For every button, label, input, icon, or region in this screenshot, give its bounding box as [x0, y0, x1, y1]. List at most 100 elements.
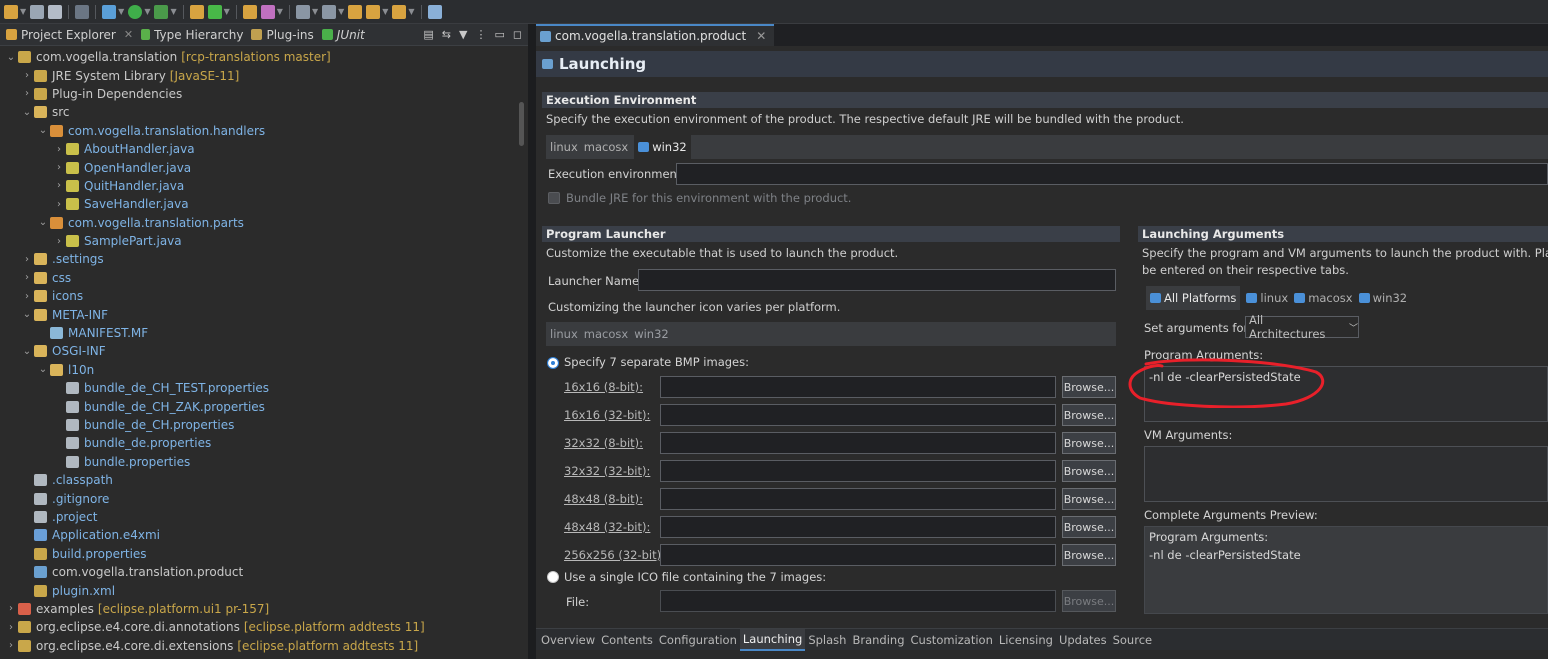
tree-item[interactable]: › OpenHandler.java	[0, 158, 528, 176]
tree-item[interactable]: Application.e4xmi	[0, 526, 528, 544]
tree-item[interactable]: com.vogella.translation.product	[0, 563, 528, 581]
chevron-right-icon[interactable]: ›	[20, 70, 34, 81]
tree-item[interactable]: .gitignore	[0, 489, 528, 507]
tree-item[interactable]: › icons	[0, 287, 528, 305]
chevron-right-icon[interactable]: ›	[52, 199, 66, 210]
tree-item[interactable]: › css	[0, 269, 528, 287]
tree-item[interactable]: › SamplePart.java	[0, 232, 528, 250]
chevron-down-icon[interactable]: ⌄	[4, 52, 18, 63]
bmp-size-link[interactable]: 48x48 (32-bit):	[564, 520, 650, 534]
perspective-icon[interactable]	[427, 4, 442, 19]
save-all-icon[interactable]	[48, 4, 63, 19]
tab-linux[interactable]: linux	[550, 327, 578, 341]
tree-item[interactable]: › .settings	[0, 250, 528, 268]
tab-customization[interactable]: Customization	[908, 629, 996, 651]
close-icon[interactable]: ✕	[124, 28, 133, 41]
bmp-size-link[interactable]: 16x16 (8-bit):	[564, 380, 643, 394]
tab-updates[interactable]: Updates	[1056, 629, 1110, 651]
launcher-name-input[interactable]	[638, 269, 1116, 291]
browse-button[interactable]: Browse...	[1062, 432, 1116, 454]
tree-item[interactable]: ⌄ META-INF	[0, 305, 528, 323]
tab-branding[interactable]: Branding	[849, 629, 907, 651]
chevron-down-icon[interactable]: ▼	[144, 7, 150, 16]
bmp-images-radio[interactable]	[547, 357, 559, 369]
bmp-size-link[interactable]: 256x256 (32-bit):	[564, 548, 665, 562]
maximize-icon[interactable]: ◻	[513, 28, 522, 41]
tree-item[interactable]: ⌄ l10n	[0, 361, 528, 379]
tab-splash[interactable]: Splash	[805, 629, 849, 651]
tab-product-file[interactable]: com.vogella.translation.product ✕	[536, 24, 775, 46]
tab-win32[interactable]: win32	[634, 327, 669, 341]
chevron-down-icon[interactable]: ⌄	[36, 125, 50, 136]
tab-linux[interactable]: linux	[550, 140, 578, 154]
search-icon[interactable]	[260, 4, 275, 19]
close-icon[interactable]: ✕	[756, 29, 766, 43]
browse-ico-button[interactable]: Browse...	[1062, 590, 1116, 612]
tab-contents[interactable]: Contents	[598, 629, 656, 651]
chevron-down-icon[interactable]: ▼	[224, 7, 230, 16]
chevron-right-icon[interactable]: ›	[20, 254, 34, 265]
browse-button[interactable]: Browse...	[1062, 376, 1116, 398]
tree-item[interactable]: › examples [eclipse.platform.ui1 pr-157]	[0, 600, 528, 618]
chevron-down-icon[interactable]: ⌄	[20, 309, 34, 320]
open-type-icon[interactable]	[242, 4, 257, 19]
back-icon[interactable]	[366, 4, 381, 19]
browse-button[interactable]: Browse...	[1062, 516, 1116, 538]
tree-item[interactable]: bundle.properties	[0, 453, 528, 471]
tab-linux[interactable]: linux	[1246, 291, 1288, 305]
browse-button[interactable]: Browse...	[1062, 404, 1116, 426]
tab-overview[interactable]: Overview	[538, 629, 598, 651]
bmp-path-input[interactable]	[660, 544, 1056, 566]
tab-licensing[interactable]: Licensing	[996, 629, 1056, 651]
bmp-size-link[interactable]: 16x16 (32-bit):	[564, 408, 650, 422]
new-java-project-icon[interactable]	[189, 4, 204, 19]
browse-button[interactable]: Browse...	[1062, 488, 1116, 510]
chevron-right-icon[interactable]: ›	[52, 162, 66, 173]
tree-item[interactable]: › Plug-in Dependencies	[0, 85, 528, 103]
link-with-editor-icon[interactable]: ⇆	[442, 28, 451, 41]
bmp-path-input[interactable]	[660, 404, 1056, 426]
ico-file-input[interactable]	[660, 590, 1056, 612]
minimize-icon[interactable]: ▭	[494, 28, 504, 41]
chevron-right-icon[interactable]: ›	[4, 622, 18, 633]
bmp-path-input[interactable]	[660, 432, 1056, 454]
forward-icon[interactable]	[392, 4, 407, 19]
chevron-down-icon[interactable]: ▼	[408, 7, 414, 16]
chevron-right-icon[interactable]: ›	[20, 272, 34, 283]
chevron-down-icon[interactable]: ▼	[118, 7, 124, 16]
chevron-down-icon[interactable]: ⌄	[20, 107, 34, 118]
tree-item[interactable]: bundle_de_CH_ZAK.properties	[0, 397, 528, 415]
filter-icon[interactable]: ▼	[459, 28, 467, 41]
tree-item[interactable]: plugin.xml	[0, 581, 528, 599]
tab-project-explorer[interactable]: Project Explorer ✕	[4, 24, 139, 46]
chevron-down-icon[interactable]: ⌄	[36, 217, 50, 228]
chevron-right-icon[interactable]: ›	[52, 236, 66, 247]
tab-source[interactable]: Source	[1110, 629, 1156, 651]
tab-configuration[interactable]: Configuration	[656, 629, 740, 651]
tree-item[interactable]: ⌄ com.vogella.translation.parts	[0, 214, 528, 232]
annotation-prev-icon[interactable]	[322, 4, 337, 19]
tree-item[interactable]: › AboutHandler.java	[0, 140, 528, 158]
run-icon[interactable]	[128, 4, 143, 19]
tree-item[interactable]: › org.eclipse.e4.core.di.extensions [eclip…	[0, 637, 528, 655]
chevron-down-icon[interactable]: ▼	[312, 7, 318, 16]
chevron-down-icon[interactable]: ▼	[277, 7, 283, 16]
bundle-jre-checkbox[interactable]	[548, 192, 560, 204]
sash[interactable]	[528, 24, 536, 659]
tab-junit[interactable]: JUnit	[320, 24, 371, 46]
chevron-right-icon[interactable]: ›	[4, 603, 18, 614]
tree-item[interactable]: MANIFEST.MF	[0, 324, 528, 342]
chevron-down-icon[interactable]: ▼	[382, 7, 388, 16]
debug-icon[interactable]	[102, 4, 117, 19]
browse-button[interactable]: Browse...	[1062, 544, 1116, 566]
tree-item[interactable]: bundle_de.properties	[0, 434, 528, 452]
tab-win32[interactable]: win32	[1358, 291, 1407, 305]
tree-item[interactable]: › SaveHandler.java	[0, 195, 528, 213]
tab-macosx[interactable]: macosx	[584, 327, 628, 341]
skip-breakpoints-icon[interactable]	[75, 4, 90, 19]
tree-item[interactable]: ⌄ com.vogella.translation [rcp-translation…	[0, 48, 528, 66]
tree-item[interactable]: bundle_de_CH_TEST.properties	[0, 379, 528, 397]
tab-launching[interactable]: Launching	[739, 628, 806, 651]
bmp-size-link[interactable]: 32x32 (8-bit):	[564, 436, 643, 450]
tab-plug-ins[interactable]: Plug-ins	[249, 24, 319, 46]
